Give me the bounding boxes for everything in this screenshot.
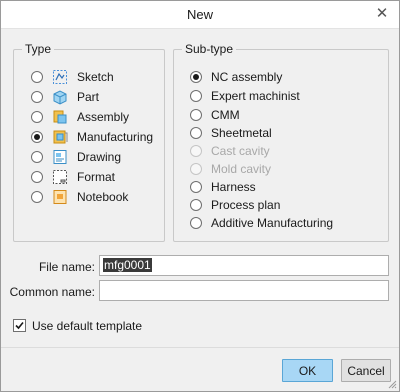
subtype-radio-process-plan[interactable] [190, 199, 202, 211]
type-option-drawing[interactable]: Drawing [31, 148, 121, 166]
type-label-notebook: Notebook [77, 190, 129, 204]
part-icon [52, 89, 68, 105]
type-label-manufacturing: Manufacturing [77, 130, 154, 144]
assembly-icon [52, 109, 68, 125]
subtype-option-process-plan[interactable]: Process plan [190, 196, 280, 214]
type-label-part: Part [77, 90, 100, 104]
type-option-format[interactable]: Format [31, 168, 115, 186]
subtype-group: Sub-type NC assembly Expert machinist CM… [173, 42, 389, 242]
type-radio-drawing[interactable] [31, 151, 43, 163]
file-name-label: File name: [38, 260, 95, 274]
type-radio-assembly[interactable] [31, 111, 43, 123]
type-option-notebook[interactable]: Notebook [31, 188, 128, 206]
use-default-template-checkbox[interactable] [13, 319, 26, 332]
type-label-drawing: Drawing [77, 150, 122, 164]
subtype-option-additive-manufacturing[interactable]: Additive Manufacturing [190, 214, 333, 232]
subtype-option-harness[interactable]: Harness [190, 178, 256, 196]
common-name-input[interactable] [99, 280, 389, 301]
type-option-part[interactable]: Part [31, 88, 99, 106]
type-radio-sketch[interactable] [31, 71, 43, 83]
subtype-radio-nc-assembly[interactable] [190, 71, 202, 83]
subtype-radio-expert-machinist[interactable] [190, 90, 202, 102]
type-group: Type Sketch Part Assembly Manufacturing … [13, 42, 165, 242]
subtype-radio-cast-cavity [190, 145, 202, 157]
file-name-value: mfg0001 [103, 258, 152, 272]
title-bar[interactable]: New ✕ [1, 1, 399, 29]
file-name-input[interactable]: mfg0001 [99, 255, 389, 276]
subtype-option-cmm[interactable]: CMM [190, 106, 240, 124]
sketch-icon [52, 69, 68, 85]
ok-button[interactable]: OK [282, 359, 333, 382]
subtype-option-expert-machinist[interactable]: Expert machinist [190, 87, 300, 105]
subtype-label-cast-cavity: Cast cavity [211, 144, 270, 158]
type-group-label: Type [22, 42, 55, 56]
subtype-radio-sheetmetal[interactable] [190, 127, 202, 139]
check-icon [15, 321, 24, 330]
subtype-label-cmm: CMM [211, 108, 240, 122]
footer-separator [1, 347, 399, 348]
type-radio-notebook[interactable] [31, 191, 43, 203]
subtype-label-harness: Harness [211, 180, 256, 194]
subtype-label-mold-cavity: Mold cavity [211, 162, 272, 176]
subtype-option-mold-cavity: Mold cavity [190, 160, 271, 178]
format-icon [52, 169, 68, 185]
notebook-icon [52, 189, 68, 205]
subtype-option-sheetmetal[interactable]: Sheetmetal [190, 124, 272, 142]
subtype-label-expert-machinist: Expert machinist [211, 89, 300, 103]
manufacturing-icon [52, 129, 68, 145]
type-label-format: Format [77, 170, 116, 184]
subtype-label-process-plan: Process plan [211, 198, 281, 212]
type-option-sketch[interactable]: Sketch [31, 68, 114, 86]
type-option-assembly[interactable]: Assembly [31, 108, 129, 126]
type-label-sketch: Sketch [77, 70, 114, 84]
use-default-template-label[interactable]: Use default template [32, 319, 142, 333]
type-option-manufacturing[interactable]: Manufacturing [31, 128, 153, 146]
subtype-label-additive-manufacturing: Additive Manufacturing [211, 216, 334, 230]
subtype-group-label: Sub-type [182, 42, 237, 56]
subtype-radio-mold-cavity [190, 163, 202, 175]
subtype-option-nc-assembly[interactable]: NC assembly [190, 68, 282, 86]
type-radio-manufacturing[interactable] [31, 131, 43, 143]
subtype-radio-additive-manufacturing[interactable] [190, 217, 202, 229]
subtype-option-cast-cavity: Cast cavity [190, 142, 270, 160]
subtype-label-nc-assembly: NC assembly [211, 70, 283, 84]
subtype-radio-harness[interactable] [190, 181, 202, 193]
cancel-button[interactable]: Cancel [341, 359, 391, 382]
type-label-assembly: Assembly [77, 110, 130, 124]
common-name-label: Common name: [9, 285, 95, 299]
new-dialog: New ✕ Type Sketch Part Assembly Manufact… [0, 0, 400, 392]
close-icon[interactable]: ✕ [373, 5, 391, 23]
dialog-title: New [186, 7, 213, 22]
drawing-icon [52, 149, 68, 165]
subtype-radio-cmm[interactable] [190, 109, 202, 121]
subtype-label-sheetmetal: Sheetmetal [211, 126, 272, 140]
resize-grip-icon[interactable] [385, 377, 397, 389]
type-radio-format[interactable] [31, 171, 43, 183]
type-radio-part[interactable] [31, 91, 43, 103]
